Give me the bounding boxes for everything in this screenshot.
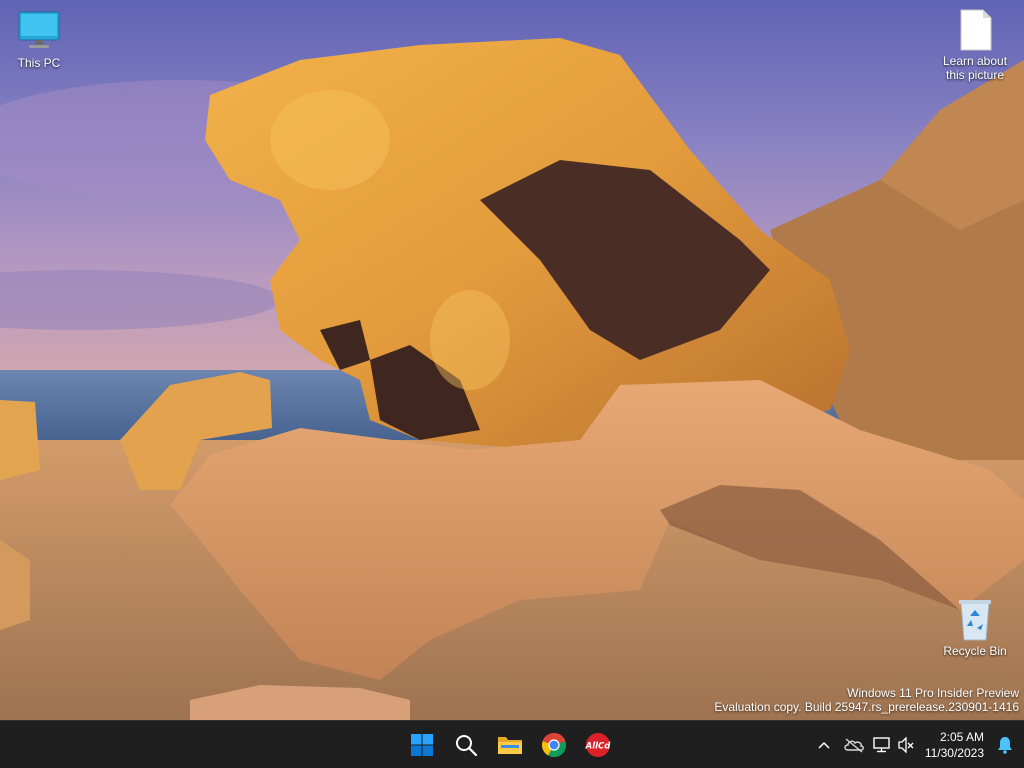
clock-time: 2:05 AM xyxy=(939,730,984,744)
evaluation-watermark: Windows 11 Pro Insider Preview Evaluatio… xyxy=(714,686,1019,714)
allcd-icon: AllCd xyxy=(585,733,611,757)
show-hidden-icons-button[interactable] xyxy=(809,727,839,763)
network-button[interactable] xyxy=(869,727,895,763)
chrome-icon xyxy=(541,732,567,758)
desktop-icon-learn-about-this-picture[interactable]: Learn about this picture xyxy=(933,8,1017,82)
taskbar-clock[interactable]: 2:05 AM 11/30/2023 xyxy=(917,729,990,761)
recycle-bin-icon xyxy=(953,598,997,641)
desktop-icon-label: This PC xyxy=(17,56,61,70)
taskbar: AllCd 2:05 AM 11/30/2023 xyxy=(0,720,1024,768)
desktop-icon-this-pc[interactable]: This PC xyxy=(0,10,81,70)
allcd-logo-text: AllCd xyxy=(585,742,611,752)
windows-start-icon xyxy=(411,734,433,756)
desktop-icon-recycle-bin[interactable]: Recycle Bin xyxy=(933,598,1017,658)
system-tray: 2:05 AM 11/30/2023 xyxy=(809,721,1024,768)
allcd-button[interactable]: AllCd xyxy=(580,727,616,763)
onedrive-button[interactable] xyxy=(839,727,869,763)
onedrive-icon xyxy=(844,738,864,753)
clock-date: 11/30/2023 xyxy=(924,746,984,760)
search-button[interactable] xyxy=(448,727,484,763)
volume-muted-icon xyxy=(898,737,914,753)
watermark-build: Evaluation copy. Build 25947.rs_prerelea… xyxy=(714,700,1019,714)
watermark-edition: Windows 11 Pro Insider Preview xyxy=(847,686,1019,700)
document-icon xyxy=(953,8,997,51)
file-explorer-icon xyxy=(498,737,522,754)
desktop-wallpaper xyxy=(0,0,1024,720)
network-icon xyxy=(873,737,890,753)
file-explorer-button[interactable] xyxy=(492,727,528,763)
chrome-button[interactable] xyxy=(536,727,572,763)
bell-icon xyxy=(998,737,1012,754)
desktop-icon-label: Recycle Bin xyxy=(943,644,1007,658)
start-button[interactable] xyxy=(404,727,440,763)
notification-center-button[interactable] xyxy=(990,727,1020,763)
search-icon xyxy=(456,735,478,757)
taskbar-apps: AllCd xyxy=(404,721,616,768)
monitor-icon xyxy=(17,10,61,52)
desktop-icon-label: Learn about this picture xyxy=(942,54,1008,82)
chevron-up-icon xyxy=(818,741,830,749)
volume-button[interactable] xyxy=(895,727,917,763)
